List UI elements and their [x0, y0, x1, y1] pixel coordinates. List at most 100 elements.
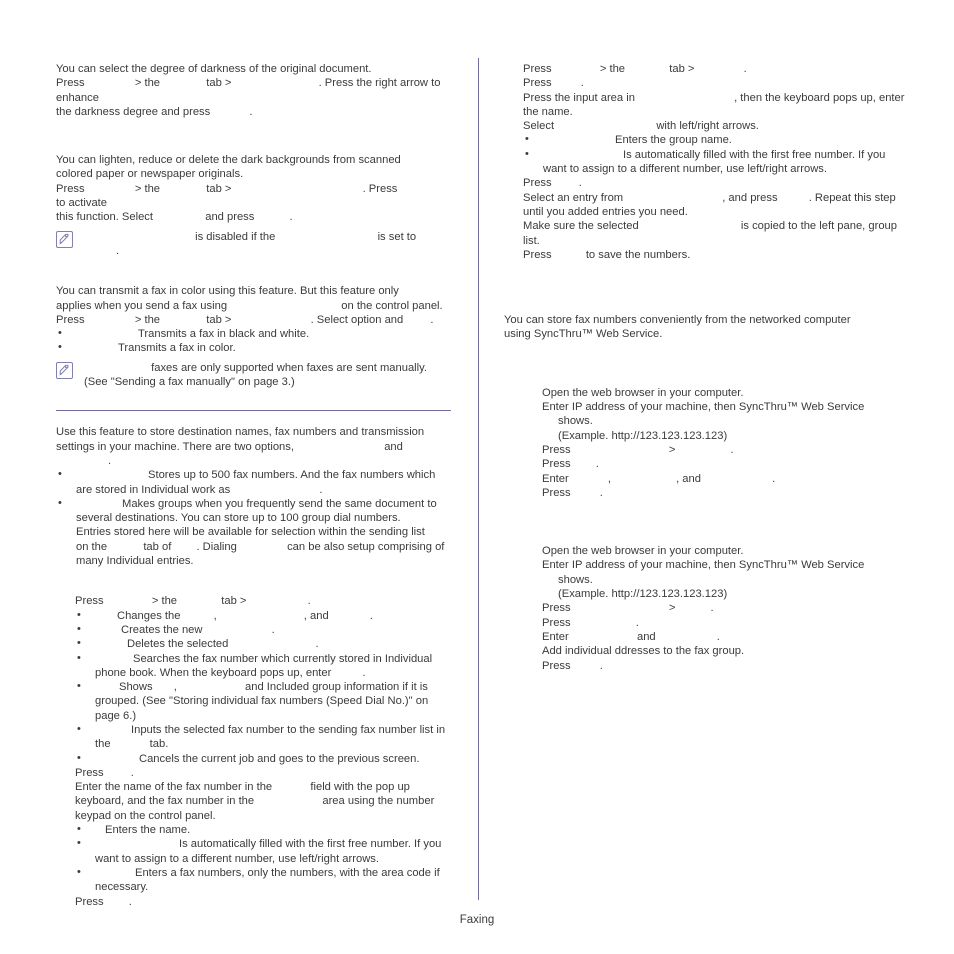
- bullet-line5: many Individual entries.: [76, 555, 194, 568]
- step-5: Enter , , and .: [542, 472, 918, 486]
- press-tail: .: [730, 443, 734, 456]
- press-mid: > the: [134, 313, 161, 326]
- bullet-line1: Inputs the selected fax number to the se…: [131, 723, 446, 736]
- note-pencil-icon: [56, 361, 73, 379]
- press-label: Press: [75, 895, 104, 908]
- note-pencil-icon: [56, 230, 73, 248]
- phonebook-intro-2-mid: and: [384, 440, 403, 453]
- list-item: Creates the new .: [75, 622, 451, 637]
- press-mid: > the: [599, 63, 626, 75]
- press-tail: .: [578, 177, 582, 190]
- bullet-line2-tail: tab.: [149, 738, 169, 751]
- step6-line1-tail: . Repeat this step: [808, 191, 896, 204]
- list-item: Inputs the selected fax number to the se…: [75, 722, 451, 752]
- bullet-tail: Enters the group name.: [615, 134, 732, 147]
- step-3: Enter the name of the fax number in the …: [75, 780, 451, 823]
- section-divider: [56, 410, 451, 412]
- press-label: Press: [523, 248, 552, 261]
- step2-line1: Enter IP address of your machine, then S…: [542, 559, 865, 572]
- bullet-line2: grouped. (See "Storing individual fax nu…: [95, 695, 429, 708]
- step3-line2-lead: keyboard, and the fax number in the: [75, 795, 255, 808]
- step-4: Press .: [75, 895, 451, 909]
- list-item: Cancels the current job and goes to the …: [75, 751, 451, 766]
- press-line2-lead: the darkness degree and press: [56, 105, 211, 118]
- step-7: Press .: [542, 659, 918, 673]
- press-tail: .: [743, 63, 747, 75]
- step7-line2: list.: [523, 234, 540, 247]
- press-tab: tab >: [206, 77, 232, 90]
- list-item: Transmits a fax in color.: [56, 340, 451, 355]
- list-item: Transmits a fax in black and white.: [56, 326, 451, 341]
- enter-mid: and: [636, 630, 656, 643]
- step3-line2-tail: area using the number: [322, 795, 435, 808]
- press-line2-mid: and press: [205, 211, 255, 224]
- page-footer: Faxing: [0, 914, 954, 926]
- press-label: Press: [523, 63, 552, 75]
- step3-line1-tail: field with the pop up: [310, 781, 410, 794]
- bullet-line4-mid: tab of: [143, 540, 172, 553]
- press-label: Press: [56, 182, 85, 195]
- enter-tail: .: [772, 472, 776, 485]
- step2-line2: shows.: [558, 573, 593, 586]
- bullet-line1: Stores up to 500 fax numbers. And the fa…: [148, 469, 436, 482]
- press-mid: > the: [134, 77, 161, 90]
- bullet-tail: .: [315, 638, 319, 651]
- step-5: Press .: [523, 176, 918, 190]
- step3-line1-lead: Press the input area in: [523, 91, 635, 104]
- press-tail: .: [128, 895, 132, 908]
- press-tail: .: [130, 766, 134, 779]
- press-label: Press: [542, 602, 571, 615]
- list-item: Is automatically filled with the first f…: [75, 836, 451, 866]
- step-5: Enter and .: [542, 630, 918, 644]
- bullet-line1: Is automatically filled with the first f…: [623, 148, 886, 161]
- step4-tail: with left/right arrows.: [656, 120, 759, 133]
- step2-line1: Enter IP address of your machine, then S…: [542, 401, 865, 414]
- step-2: Press .: [75, 766, 451, 780]
- step7-line1-lead: Make sure the selected: [523, 220, 639, 233]
- background-press-line2: this function. Select and press .: [56, 210, 451, 224]
- group-field-list: Enters the group name. Is automatically …: [523, 132, 918, 176]
- press-tail: .: [595, 458, 599, 471]
- syncthru-intro-2: using SyncThru™ Web Service.: [504, 328, 663, 341]
- press-tail: .: [710, 602, 714, 615]
- press-label: Press: [542, 458, 571, 471]
- enter-tail: .: [716, 630, 720, 643]
- right-column: Press > the tab > . Press . Press the in…: [504, 62, 918, 673]
- note-part2: (See "Sending a fax manually" on page 3.…: [84, 376, 295, 389]
- press-label: Press: [542, 616, 571, 629]
- list-item: Stores up to 500 fax numbers. And the fa…: [56, 467, 451, 497]
- colormode-intro-2-tail: on the control panel.: [341, 299, 443, 312]
- darkness-press-line2: the darkness degree and press .: [56, 105, 451, 119]
- bullet-line1: Makes groups when you frequently send th…: [122, 497, 437, 510]
- step3-line1-tail: , then the keyboard pops up, enter: [734, 91, 905, 104]
- press-label: Press: [75, 595, 104, 608]
- enter-mid: ,: [607, 472, 611, 485]
- note-block: is disabled if the is set to .: [56, 230, 451, 259]
- bullet-line2: necessary.: [95, 881, 149, 894]
- footer-label: Faxing: [459, 914, 495, 926]
- step2-line3: (Example. http://123.123.123.123): [558, 429, 728, 442]
- phonebook-intro-2: settings in your machine. There are two …: [56, 440, 451, 469]
- step-2: Enter IP address of your machine, then S…: [542, 558, 918, 601]
- step-1: Press > the tab > .: [523, 62, 918, 76]
- bullet-lead: Cancels the current job and goes to the …: [139, 752, 420, 765]
- phonebook-bullet-list: Stores up to 500 fax numbers. And the fa…: [56, 467, 451, 568]
- step-1: Open the web browser in your computer.: [542, 545, 744, 558]
- press-tail: .: [307, 595, 311, 608]
- note-block: faxes are only supported when faxes are …: [56, 361, 451, 390]
- bullet-lead: Creates the new: [121, 623, 203, 636]
- press-label: Press: [523, 177, 552, 190]
- phonebook-intro-1: Use this feature to store destination na…: [56, 426, 425, 439]
- step6-line1-mid: , and press: [722, 191, 778, 204]
- press-line2-tail: .: [289, 211, 293, 224]
- step-8: Press to save the numbers.: [523, 248, 918, 262]
- press-tail: . Press the right arrow to enhance: [56, 77, 441, 104]
- background-intro-2: colored paper or newspaper originals.: [56, 168, 244, 181]
- enter-mid2: , and: [676, 472, 701, 485]
- step2-line3: (Example. http://123.123.123.123): [558, 588, 728, 601]
- bullet-text: Transmits a fax in color.: [118, 342, 236, 355]
- step-4: Press .: [542, 616, 918, 630]
